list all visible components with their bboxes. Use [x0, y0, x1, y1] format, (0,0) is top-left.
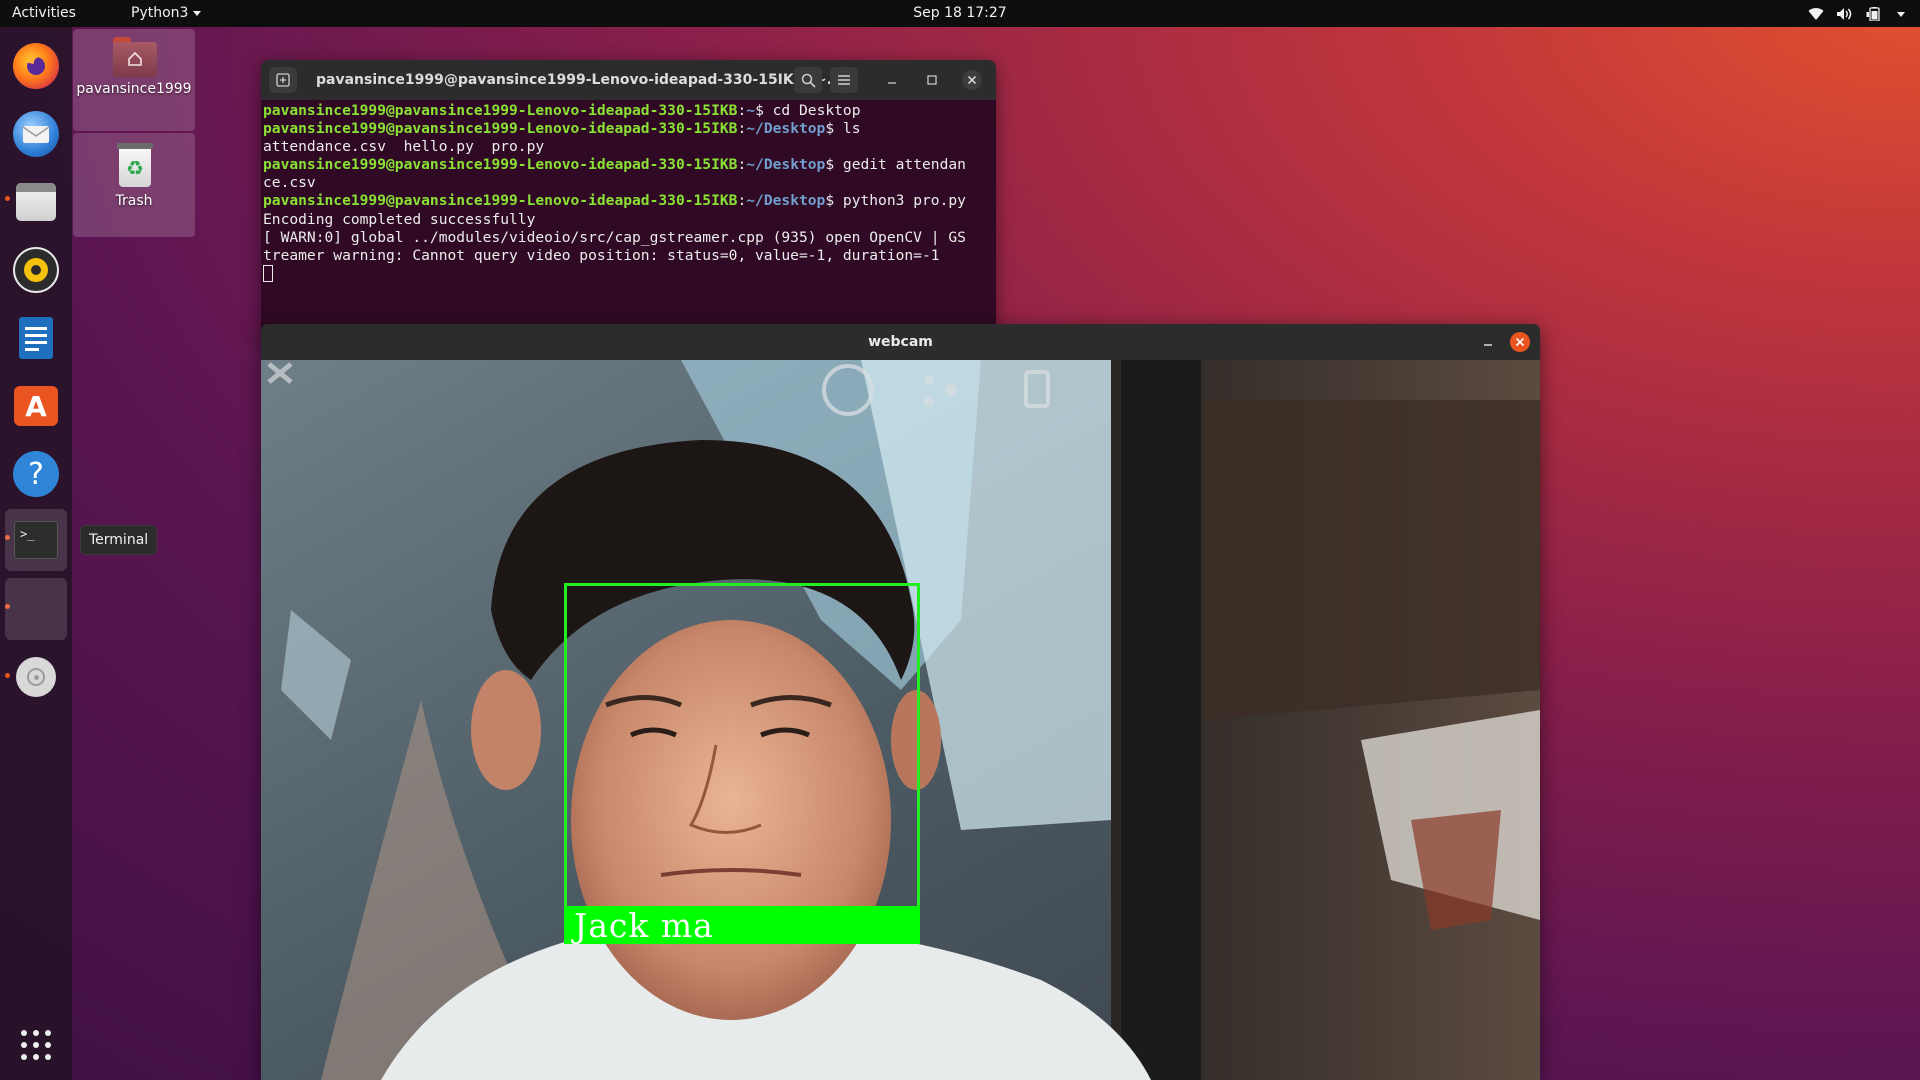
terminal-line: pavansince1999@pavansince1999-Lenovo-ide… — [263, 192, 966, 210]
face-detection-box — [564, 583, 920, 944]
dock-item-disc[interactable] — [5, 646, 67, 708]
text-cursor — [263, 264, 273, 282]
terminal-line: attendance.csv hello.py pro.py — [263, 138, 545, 156]
terminal-output[interactable]: pavansince1999@pavansince1999-Lenovo-ide… — [261, 100, 996, 285]
rhythmbox-icon — [13, 247, 59, 293]
terminal-line: Encoding completed successfully — [263, 210, 536, 228]
desktop-home-folder[interactable]: pavansince1999 — [73, 29, 195, 131]
terminal-line: treamer warning: Cannot query video posi… — [263, 246, 940, 264]
help-icon: ? — [13, 451, 59, 497]
volume-icon — [1837, 7, 1852, 20]
home-folder-icon — [113, 37, 157, 77]
desktop-trash[interactable]: ♻ Trash — [73, 133, 195, 237]
search-icon — [801, 73, 816, 88]
terminal-line: pavansince1999@pavansince1999-Lenovo-ide… — [263, 102, 861, 119]
terminal-title: pavansince1999@pavansince1999-Lenovo-ide… — [316, 72, 836, 88]
app-menu[interactable]: Python3 — [131, 0, 202, 27]
webcam-header-bar[interactable]: webcam — [261, 324, 1540, 360]
terminal-menu-button[interactable] — [830, 67, 858, 93]
face-name-band: Jack ma — [564, 906, 920, 945]
dock-item-software[interactable]: A — [5, 375, 67, 437]
activities-button[interactable]: Activities — [12, 0, 76, 27]
minimize-icon — [888, 82, 896, 84]
new-tab-icon — [276, 73, 290, 87]
software-icon: A — [14, 386, 58, 426]
terminal-search-button[interactable] — [794, 67, 822, 93]
new-tab-button[interactable] — [269, 67, 297, 93]
trash-label: Trash — [115, 193, 153, 209]
terminal-line: [ WARN:0] global ../modules/videoio/src/… — [263, 228, 966, 246]
close-icon — [1515, 337, 1525, 347]
detected-face-name: Jack ma — [574, 906, 714, 945]
clock-button[interactable]: Sep 18 17:27 — [913, 5, 1006, 21]
disc-icon — [16, 657, 56, 697]
terminal-window[interactable]: pavansince1999@pavansince1999-Lenovo-ide… — [261, 60, 996, 330]
files-icon — [16, 183, 56, 221]
blank-app-icon — [14, 587, 58, 631]
wifi-icon — [1808, 7, 1824, 20]
dock-item-thunderbird[interactable] — [5, 103, 67, 165]
dock: A ? >_ — [0, 27, 72, 1080]
app-menu-label: Python3 — [131, 5, 189, 21]
dock-item-help[interactable]: ? — [5, 443, 67, 505]
close-icon — [967, 75, 977, 85]
grid-icon — [21, 1030, 51, 1060]
webcam-frame: Jack ma — [261, 360, 1540, 1080]
home-folder-label: pavansince1999 — [76, 81, 192, 97]
dock-tooltip: Terminal — [80, 525, 158, 555]
minimize-button[interactable] — [878, 67, 906, 93]
minimize-button[interactable] — [1480, 334, 1496, 350]
maximize-icon — [927, 75, 937, 85]
terminal-line: pavansince1999@pavansince1999-Lenovo-ide… — [263, 120, 861, 138]
maximize-button[interactable] — [918, 67, 946, 93]
terminal-cursor-line — [263, 264, 994, 283]
terminal-icon: >_ — [14, 521, 58, 559]
hamburger-icon — [838, 75, 850, 85]
close-button[interactable] — [1510, 332, 1530, 352]
minimize-icon — [1484, 344, 1492, 346]
battery-icon — [1866, 6, 1880, 21]
thunderbird-icon — [13, 111, 59, 157]
dock-item-webcam[interactable] — [5, 578, 67, 640]
clock: Sep 18 17:27 — [0, 0, 1920, 27]
dock-item-rhythmbox[interactable] — [5, 239, 67, 301]
writer-icon — [19, 317, 53, 359]
firefox-icon — [13, 43, 59, 89]
close-button[interactable] — [958, 67, 986, 93]
dock-item-firefox[interactable] — [5, 35, 67, 97]
show-applications-button[interactable] — [5, 1014, 67, 1076]
system-tray[interactable] — [1808, 0, 1906, 27]
terminal-line: ce.csv — [263, 174, 316, 192]
top-bar: Activities Python3 Sep 18 17:27 — [0, 0, 1920, 27]
dock-item-files[interactable] — [5, 171, 67, 233]
dock-item-writer[interactable] — [5, 307, 67, 369]
trash-icon: ♻ — [117, 143, 153, 187]
terminal-header-bar[interactable]: pavansince1999@pavansince1999-Lenovo-ide… — [261, 60, 996, 100]
webcam-window[interactable]: webcam Jack ma — [261, 324, 1540, 1080]
system-menu-caret-icon — [1897, 11, 1905, 17]
webcam-title: webcam — [868, 334, 933, 350]
dock-item-terminal[interactable]: >_ — [5, 509, 67, 571]
terminal-line: pavansince1999@pavansince1999-Lenovo-ide… — [263, 156, 966, 174]
chevron-down-icon — [193, 10, 202, 16]
